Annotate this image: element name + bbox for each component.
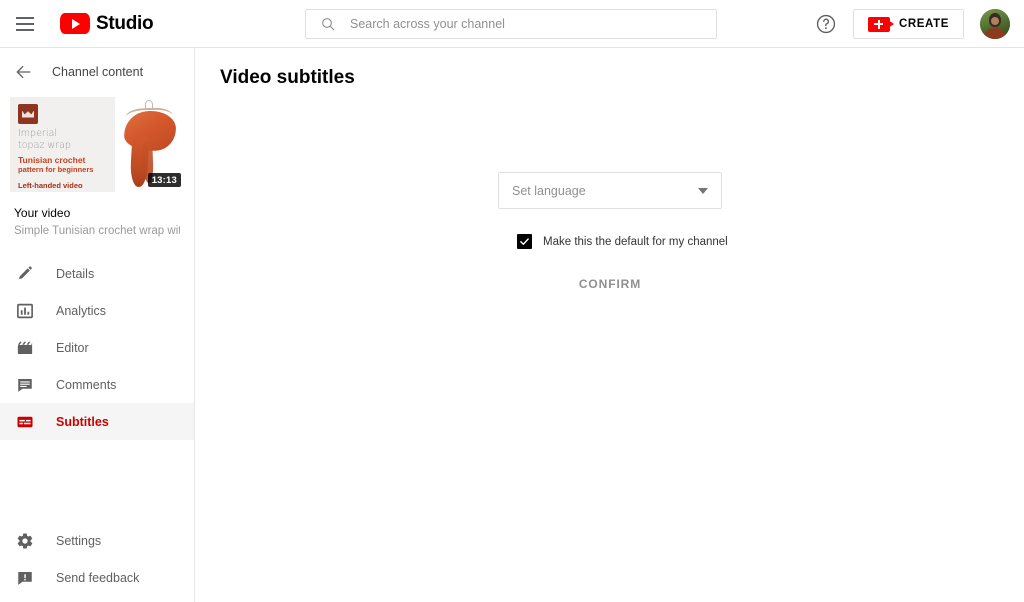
clapperboard-icon (14, 337, 36, 359)
video-meta: Your video Simple Tunisian crochet wrap … (0, 192, 194, 237)
sidebar-item-label: Settings (56, 533, 102, 548)
bar-chart-icon (14, 300, 36, 322)
sidebar-nav: Details Analytics Editor Comments Subtit… (0, 255, 194, 440)
thumbnail-title-line1: Imperial (18, 128, 57, 139)
plus-glyph (874, 19, 884, 29)
thumbnail-title-line2: topaz wrap (18, 139, 71, 151)
search-bar[interactable] (305, 9, 717, 39)
avatar-face (991, 17, 999, 25)
pencil-icon (14, 263, 36, 285)
hamburger-bar (16, 28, 34, 31)
confirm-button[interactable]: CONFIRM (498, 277, 722, 291)
sidebar-bottom-nav: Settings Send feedback (0, 522, 194, 596)
sidebar-item-send-feedback[interactable]: Send feedback (0, 559, 194, 596)
crown-glyph (22, 110, 34, 118)
help-circle-icon[interactable] (815, 13, 837, 35)
youtube-logo-icon (60, 13, 90, 34)
page-title: Video subtitles (220, 67, 355, 88)
sidebar-item-subtitles[interactable]: Subtitles (0, 403, 194, 440)
sidebar-item-label: Details (56, 266, 95, 281)
crown-logo-icon (18, 104, 38, 124)
arrow-left-icon (16, 65, 31, 79)
sidebar-item-label: Analytics (56, 303, 107, 318)
video-description: Simple Tunisian crochet wrap with g... (14, 225, 180, 237)
brand-label: Studio (96, 12, 154, 34)
top-header: Studio CREATE (0, 0, 1024, 48)
feedback-icon (14, 567, 36, 589)
play-triangle (72, 18, 80, 29)
studio-brand-link[interactable]: Studio (60, 12, 154, 35)
sidebar-item-label: Editor (56, 340, 89, 355)
sidebar-item-label: Subtitles (56, 414, 109, 429)
video-duration-badge: 13:13 (147, 173, 181, 187)
default-language-checkbox-label: Make this the default for my channel (543, 235, 728, 248)
create-button-label: CREATE (898, 18, 949, 30)
avatar[interactable] (980, 9, 1010, 39)
video-thumbnail[interactable]: Imperial topaz wrap Tunisian crochet pat… (10, 97, 184, 192)
video-label: Your video (14, 206, 71, 220)
thumbnail-sub-line3: Left-handed video (18, 180, 83, 190)
back-to-channel-content[interactable]: Channel content (0, 48, 194, 96)
sidebar-item-comments[interactable]: Comments (0, 366, 194, 403)
language-select-value: Set language (512, 183, 586, 198)
search-input[interactable] (350, 17, 716, 31)
sidebar-item-label: Comments (56, 377, 117, 392)
avatar-body (984, 28, 1006, 39)
gear-icon (14, 530, 36, 552)
chevron-down-icon (698, 187, 708, 194)
video-camera-plus-icon (867, 16, 894, 32)
thumbnail-sub-line1: Tunisian crochet (18, 155, 86, 165)
sidebar-item-settings[interactable]: Settings (0, 522, 194, 559)
sidebar-item-label: Send feedback (56, 570, 140, 585)
default-language-checkbox-row[interactable]: Make this the default for my channel (517, 234, 728, 249)
thumbnail-text-panel: Imperial topaz wrap Tunisian crochet pat… (10, 97, 115, 192)
hamburger-bar (16, 16, 34, 19)
thumbnail-sub-line2: pattern for beginners (18, 165, 94, 174)
hamburger-bar (16, 22, 34, 25)
header-actions: CREATE (815, 0, 1010, 48)
create-button[interactable]: CREATE (852, 9, 964, 39)
sidebar-item-analytics[interactable]: Analytics (0, 292, 194, 329)
language-select[interactable]: Set language (498, 172, 722, 209)
sidebar-item-details[interactable]: Details (0, 255, 194, 292)
back-label: Channel content (52, 65, 144, 79)
subtitles-icon (14, 411, 36, 433)
comment-icon (14, 374, 36, 396)
main-content: Video subtitles Set language Make this t… (195, 48, 1024, 602)
sidebar-item-editor[interactable]: Editor (0, 329, 194, 366)
search-icon (322, 18, 335, 31)
default-language-checkbox[interactable] (517, 234, 532, 249)
sidebar: Channel content Imperial topaz wrap Tuni… (0, 48, 195, 602)
subtitle-setup-panel: Set language Make this the default for m… (498, 172, 728, 291)
thumbnail-photo: 13:13 (115, 97, 184, 192)
hamburger-icon[interactable] (14, 12, 38, 36)
